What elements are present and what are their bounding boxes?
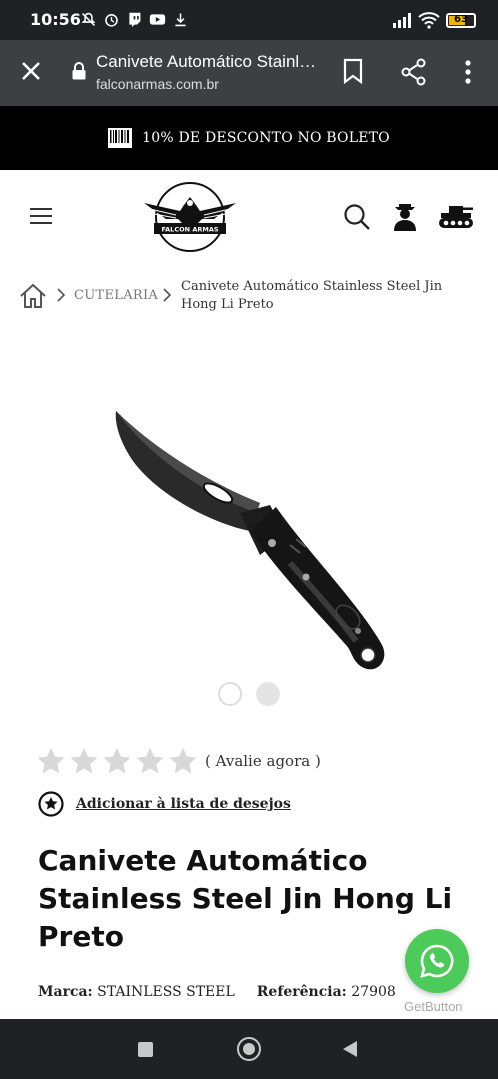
brand-info: Marca: STAINLESS STEEL bbox=[38, 984, 235, 1000]
promo-text: 10% DE DESCONTO NO BOLETO bbox=[142, 130, 390, 146]
product-image[interactable] bbox=[100, 395, 400, 685]
breadcrumb-category[interactable]: CUTELARIA bbox=[74, 288, 158, 303]
promo-banner: 10% DE DESCONTO NO BOLETO bbox=[0, 106, 498, 170]
gallery-dot-2[interactable] bbox=[256, 682, 280, 706]
download-icon bbox=[175, 13, 186, 27]
barcode-icon bbox=[108, 128, 133, 148]
system-nav-bar bbox=[0, 1019, 498, 1079]
youtube-icon bbox=[149, 14, 166, 25]
star-icon[interactable] bbox=[69, 746, 99, 776]
mute-icon bbox=[81, 12, 96, 26]
reference-label: Referência: bbox=[256, 984, 347, 1000]
close-icon[interactable] bbox=[18, 58, 44, 84]
gallery-dot-1[interactable] bbox=[218, 682, 242, 706]
breadcrumb-current: Canivete Automático Stainless Steel Jin … bbox=[181, 279, 443, 312]
wishlist-label[interactable]: Adicionar à lista de desejos bbox=[76, 796, 291, 812]
chevron-right-icon bbox=[163, 288, 172, 302]
status-bar: 10:56 63 bbox=[0, 0, 498, 40]
star-icon[interactable] bbox=[135, 746, 165, 776]
rate-now-link[interactable]: ( Avalie agora ) bbox=[205, 752, 321, 770]
battery-icon: 63 bbox=[446, 12, 476, 28]
gallery-dots bbox=[218, 682, 280, 706]
home-icon[interactable] bbox=[18, 282, 48, 310]
menu-icon[interactable] bbox=[30, 208, 52, 226]
wifi-icon bbox=[418, 12, 440, 29]
star-circle-icon[interactable] bbox=[38, 791, 64, 817]
star-icon[interactable] bbox=[36, 746, 66, 776]
reference-value: 27908 bbox=[351, 984, 396, 1000]
bookmark-icon[interactable] bbox=[341, 58, 365, 84]
home-button[interactable] bbox=[237, 1037, 261, 1061]
share-icon[interactable] bbox=[400, 58, 428, 86]
back-button[interactable] bbox=[343, 1041, 357, 1057]
breadcrumb: CUTELARIA Canivete Automático Stainless … bbox=[0, 270, 498, 330]
account-icon[interactable] bbox=[392, 201, 418, 231]
falcon-armas-logo[interactable]: FALCON ARMAS bbox=[140, 179, 240, 255]
product-title: Canivete Automático Stainless Steel Jin … bbox=[38, 844, 453, 953]
site-header: FALCON ARMAS bbox=[0, 170, 498, 265]
search-icon[interactable] bbox=[343, 203, 371, 231]
status-time: 10:56 bbox=[30, 10, 81, 29]
url-domain[interactable]: falconarmas.com.br bbox=[96, 76, 219, 92]
add-to-wishlist[interactable]: Adicionar à lista de desejos bbox=[38, 791, 291, 817]
page-title[interactable]: Canivete Automático Stainless Steel Jin … bbox=[96, 52, 321, 72]
whatsapp-button[interactable] bbox=[405, 929, 469, 993]
battery-level: 63 bbox=[454, 13, 468, 25]
signal-icon bbox=[393, 13, 411, 28]
brand-label: Marca: bbox=[38, 984, 93, 1000]
cart-tank-icon[interactable] bbox=[438, 202, 474, 230]
twitch-icon bbox=[129, 12, 141, 28]
getbutton-caption: GetButton bbox=[404, 999, 463, 1014]
product-meta: Marca: STAINLESS STEEL Referência: 27908 bbox=[38, 984, 396, 1000]
whatsapp-icon bbox=[420, 944, 454, 978]
browser-toolbar: Canivete Automático Stainless Steel Jin … bbox=[0, 40, 498, 106]
lock-icon[interactable] bbox=[71, 62, 87, 80]
star-icon[interactable] bbox=[168, 746, 198, 776]
recents-button[interactable] bbox=[138, 1042, 153, 1057]
chevron-right-icon bbox=[57, 288, 66, 302]
logo-text: FALCON ARMAS bbox=[161, 226, 218, 234]
brand-value: STAINLESS STEEL bbox=[97, 984, 235, 1000]
star-icon[interactable] bbox=[102, 746, 132, 776]
product-rating[interactable]: ( Avalie agora ) bbox=[36, 746, 321, 776]
more-vert-icon[interactable] bbox=[460, 58, 476, 86]
reference-info: Referência: 27908 bbox=[257, 984, 396, 1000]
alarm-icon bbox=[105, 14, 118, 27]
